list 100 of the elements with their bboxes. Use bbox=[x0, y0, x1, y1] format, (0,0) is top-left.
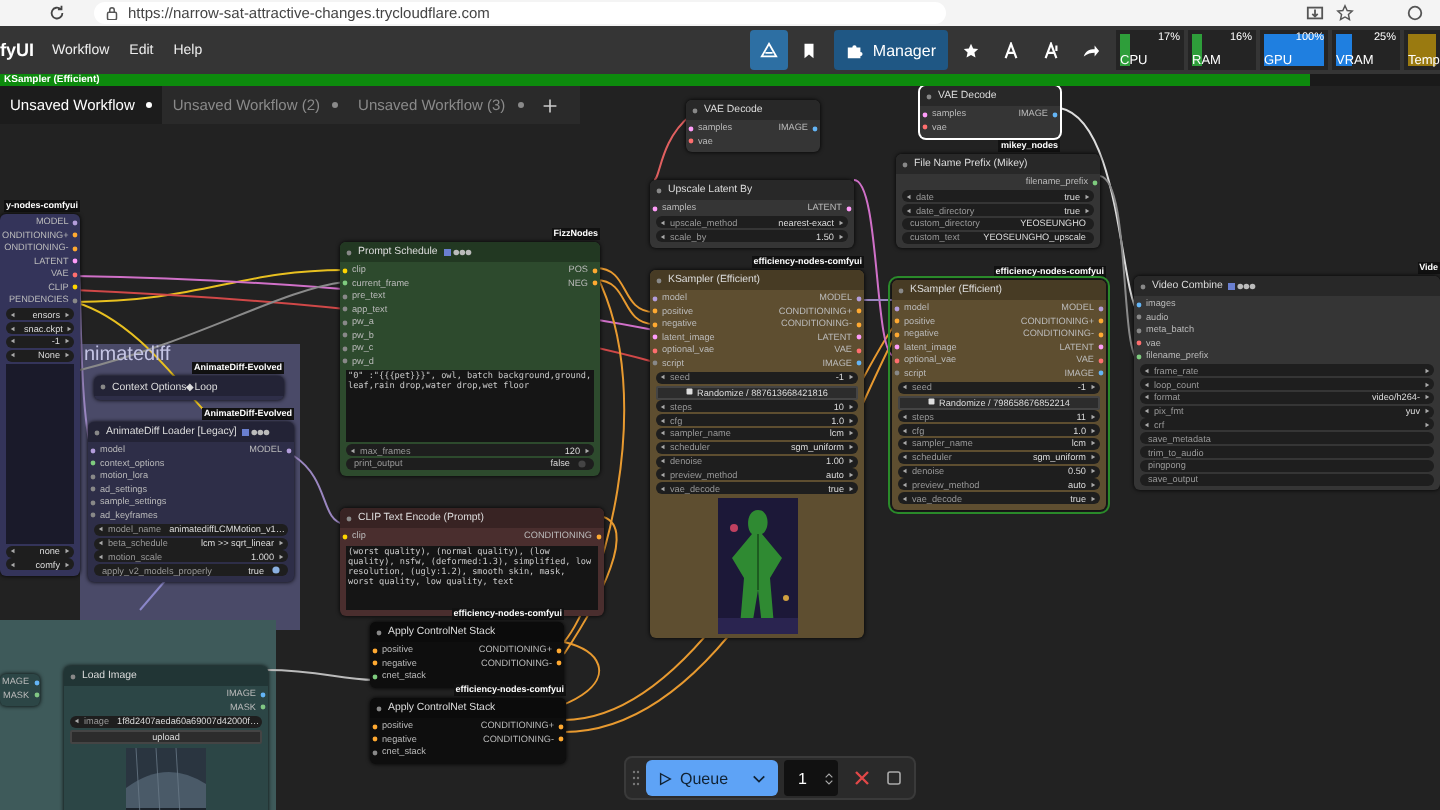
socket-dot-icon[interactable] bbox=[260, 691, 266, 698]
toggle-knob-icon[interactable] bbox=[272, 566, 280, 575]
socket-dot-icon[interactable] bbox=[33, 679, 40, 686]
collapse-dot-icon[interactable] bbox=[376, 629, 382, 635]
toolbar-button[interactable] bbox=[750, 30, 789, 70]
socket-dot-icon[interactable] bbox=[90, 499, 96, 506]
socket-dot-icon[interactable] bbox=[894, 318, 900, 325]
socket-dot-icon[interactable] bbox=[342, 306, 348, 313]
socket-dot-icon[interactable] bbox=[558, 723, 564, 730]
socket-dot-icon[interactable] bbox=[342, 319, 348, 326]
socket-dot-icon[interactable] bbox=[592, 280, 598, 287]
socket-dot-icon[interactable] bbox=[90, 460, 96, 467]
socket-dot-icon[interactable] bbox=[846, 205, 852, 212]
arrow-right-icon[interactable] bbox=[848, 374, 854, 381]
manager-button[interactable]: Manager bbox=[834, 30, 948, 70]
socket-dot-icon[interactable] bbox=[652, 321, 658, 328]
stop-icon[interactable] bbox=[886, 770, 903, 786]
socket-dot-icon[interactable] bbox=[260, 704, 266, 711]
node-card[interactable] bbox=[892, 280, 1106, 510]
star-icon[interactable] bbox=[1336, 4, 1354, 22]
collapse-dot-icon[interactable] bbox=[656, 187, 662, 193]
socket-dot-icon[interactable] bbox=[286, 447, 292, 454]
socket-dot-icon[interactable] bbox=[1098, 357, 1104, 364]
refresh-icon[interactable] bbox=[48, 4, 66, 22]
socket-dot-icon[interactable] bbox=[72, 232, 79, 239]
socket-dot-icon[interactable] bbox=[652, 360, 658, 367]
collapse-dot-icon[interactable] bbox=[346, 249, 352, 255]
collapse-dot-icon[interactable] bbox=[94, 429, 100, 435]
socket-dot-icon[interactable] bbox=[1052, 111, 1058, 118]
socket-dot-icon[interactable] bbox=[556, 647, 562, 654]
queue-button[interactable]: Queue bbox=[646, 760, 741, 796]
socket-dot-icon[interactable] bbox=[1098, 305, 1104, 312]
socket-dot-icon[interactable] bbox=[856, 321, 862, 328]
cancel-icon[interactable] bbox=[854, 770, 871, 786]
socket-dot-icon[interactable] bbox=[72, 258, 79, 265]
arrow-left-icon[interactable] bbox=[74, 718, 80, 725]
socket-dot-icon[interactable] bbox=[1136, 327, 1142, 334]
socket-dot-icon[interactable] bbox=[1136, 301, 1142, 308]
socket-dot-icon[interactable] bbox=[372, 723, 378, 730]
collapse-dot-icon[interactable] bbox=[70, 673, 76, 679]
batch-count-field[interactable]: 1 bbox=[784, 760, 839, 796]
arrow-right-icon[interactable] bbox=[584, 447, 590, 453]
socket-dot-icon[interactable] bbox=[596, 533, 602, 540]
socket-dot-icon[interactable] bbox=[556, 660, 562, 667]
socket-dot-icon[interactable] bbox=[558, 736, 564, 743]
socket-dot-icon[interactable] bbox=[894, 357, 900, 364]
arrow-left-icon[interactable] bbox=[660, 374, 666, 381]
socket-dot-icon[interactable] bbox=[856, 295, 862, 302]
socket-dot-icon[interactable] bbox=[856, 308, 862, 315]
socket-dot-icon[interactable] bbox=[922, 124, 928, 131]
arrow-right-icon[interactable] bbox=[1090, 384, 1096, 391]
socket-dot-icon[interactable] bbox=[342, 293, 348, 300]
socket-dot-icon[interactable] bbox=[90, 447, 96, 454]
collapse-dot-icon[interactable] bbox=[926, 93, 932, 99]
node-card[interactable] bbox=[650, 270, 864, 639]
extension-icon[interactable] bbox=[1406, 4, 1424, 22]
collapse-dot-icon[interactable] bbox=[100, 383, 106, 389]
socket-dot-icon[interactable] bbox=[342, 332, 348, 339]
socket-dot-icon[interactable] bbox=[894, 331, 900, 338]
queue-dropdown-button[interactable] bbox=[740, 760, 779, 796]
socket-dot-icon[interactable] bbox=[1098, 344, 1104, 351]
collapse-dot-icon[interactable] bbox=[902, 161, 908, 167]
socket-dot-icon[interactable] bbox=[856, 334, 862, 341]
socket-dot-icon[interactable] bbox=[1098, 331, 1104, 338]
socket-dot-icon[interactable] bbox=[342, 267, 348, 274]
socket-dot-icon[interactable] bbox=[856, 347, 862, 354]
socket-dot-icon[interactable] bbox=[372, 660, 378, 667]
socket-dot-icon[interactable] bbox=[342, 280, 348, 287]
socket-dot-icon[interactable] bbox=[652, 205, 658, 212]
node-card[interactable] bbox=[88, 422, 294, 582]
socket-dot-icon[interactable] bbox=[33, 692, 40, 699]
socket-dot-icon[interactable] bbox=[894, 305, 900, 312]
socket-dot-icon[interactable] bbox=[652, 334, 658, 341]
collapse-dot-icon[interactable] bbox=[898, 287, 904, 293]
node-card[interactable] bbox=[340, 508, 604, 615]
socket-dot-icon[interactable] bbox=[1136, 340, 1142, 347]
socket-dot-icon[interactable] bbox=[72, 219, 79, 226]
socket-dot-icon[interactable] bbox=[72, 271, 79, 278]
collapse-dot-icon[interactable] bbox=[376, 705, 382, 711]
socket-dot-icon[interactable] bbox=[342, 533, 348, 540]
collapse-dot-icon[interactable] bbox=[1140, 283, 1146, 289]
socket-dot-icon[interactable] bbox=[372, 736, 378, 743]
socket-dot-icon[interactable] bbox=[72, 245, 79, 252]
socket-dot-icon[interactable] bbox=[652, 347, 658, 354]
arrow-left-icon[interactable] bbox=[350, 447, 356, 453]
socket-dot-icon[interactable] bbox=[688, 138, 694, 145]
collapse-dot-icon[interactable] bbox=[346, 515, 352, 521]
socket-dot-icon[interactable] bbox=[72, 297, 79, 304]
socket-dot-icon[interactable] bbox=[90, 473, 96, 480]
arrow-left-icon[interactable] bbox=[902, 384, 908, 391]
install-icon[interactable] bbox=[1306, 4, 1324, 22]
socket-dot-icon[interactable] bbox=[1136, 353, 1142, 360]
socket-dot-icon[interactable] bbox=[342, 345, 348, 352]
socket-dot-icon[interactable] bbox=[372, 749, 378, 756]
socket-dot-icon[interactable] bbox=[90, 486, 96, 493]
spinner-arrows-icon[interactable] bbox=[824, 769, 835, 787]
socket-dot-icon[interactable] bbox=[922, 111, 928, 118]
socket-dot-icon[interactable] bbox=[1098, 318, 1104, 325]
socket-dot-icon[interactable] bbox=[342, 358, 348, 365]
socket-dot-icon[interactable] bbox=[856, 360, 862, 367]
